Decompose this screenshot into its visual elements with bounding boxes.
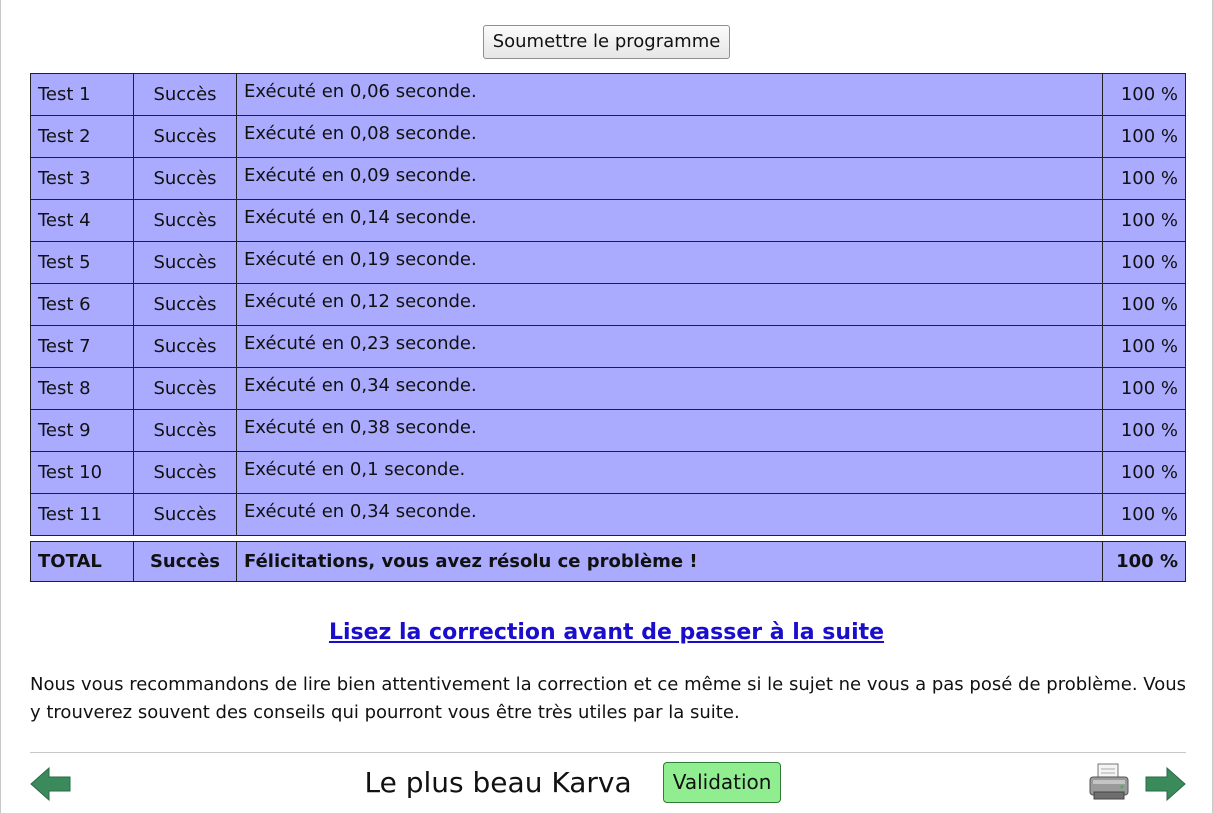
test-name: Test 6	[30, 283, 134, 326]
arrow-left-icon[interactable]	[30, 766, 72, 802]
table-row: Test 3 Succès Exécuté en 0,09 seconde. 100 …	[30, 157, 1186, 200]
footer-divider	[30, 752, 1186, 753]
test-message-text: Exécuté en 0,14 seconde.	[244, 207, 477, 228]
footer-nav: Le plus beau Karva Validation	[30, 762, 1186, 808]
test-name: Test 3	[30, 157, 134, 200]
table-row: Test 2 Succès Exécuté en 0,08 seconde. 100 …	[30, 115, 1186, 158]
test-message: Exécuté en 0,38 seconde.	[236, 409, 1103, 452]
test-message: Exécuté en 0,19 seconde.	[236, 241, 1103, 284]
total-score: 100 %	[1102, 541, 1186, 582]
test-message: Exécuté en 0,14 seconde.	[236, 199, 1103, 242]
test-message-text: Exécuté en 0,34 seconde.	[244, 375, 477, 396]
test-message: Exécuté en 0,23 seconde.	[236, 325, 1103, 368]
test-name: Test 1	[30, 73, 134, 116]
test-status: Succès	[133, 115, 237, 158]
results-body: Test 1 Succès Exécuté en 0,06 seconde. 100 …	[30, 73, 1186, 582]
test-name: Test 11	[30, 493, 134, 536]
test-score: 100 %	[1102, 367, 1186, 410]
test-status: Succès	[133, 199, 237, 242]
test-message: Exécuté en 0,12 seconde.	[236, 283, 1103, 326]
test-status: Succès	[133, 241, 237, 284]
test-score: 100 %	[1102, 283, 1186, 326]
test-score: 100 %	[1102, 157, 1186, 200]
test-name: Test 5	[30, 241, 134, 284]
test-message: Exécuté en 0,09 seconde.	[236, 157, 1103, 200]
test-score: 100 %	[1102, 241, 1186, 284]
test-status: Succès	[133, 409, 237, 452]
test-score: 100 %	[1102, 73, 1186, 116]
total-status: Succès	[133, 541, 237, 582]
test-message-text: Exécuté en 0,23 seconde.	[244, 333, 477, 354]
test-message-text: Exécuté en 0,34 seconde.	[244, 501, 477, 522]
test-name: Test 9	[30, 409, 134, 452]
test-message-text: Exécuté en 0,09 seconde.	[244, 165, 477, 186]
printer-icon[interactable]	[1088, 762, 1130, 802]
test-status: Succès	[133, 325, 237, 368]
total-row: TOTAL Succès Félicitations, vous avez ré…	[30, 541, 1186, 582]
test-score: 100 %	[1102, 493, 1186, 536]
page: Soumettre le programme Test 1 Succès Exécu…	[0, 0, 1213, 813]
test-message-text: Exécuté en 0,08 seconde.	[244, 123, 477, 144]
test-message: Exécuté en 0,1 seconde.	[236, 451, 1103, 494]
test-message-text: Exécuté en 0,38 seconde.	[244, 417, 477, 438]
total-message: Félicitations, vous avez résolu ce probl…	[236, 541, 1103, 582]
table-row: Test 9 Succès Exécuté en 0,38 seconde. 100 …	[30, 409, 1186, 452]
test-message-text: Exécuté en 0,12 seconde.	[244, 291, 477, 312]
test-status: Succès	[133, 73, 237, 116]
table-row: Test 4 Succès Exécuté en 0,14 seconde. 100 …	[30, 199, 1186, 242]
correction-link[interactable]: Lisez la correction avant de passer à la…	[1, 620, 1212, 645]
test-status: Succès	[133, 367, 237, 410]
table-row: Test 6 Succès Exécuté en 0,12 seconde. 100 …	[30, 283, 1186, 326]
test-name: Test 10	[30, 451, 134, 494]
test-status: Succès	[133, 451, 237, 494]
submit-program-button[interactable]: Soumettre le programme	[482, 25, 731, 59]
test-score: 100 %	[1102, 451, 1186, 494]
table-row: Test 7 Succès Exécuté en 0,23 seconde. 100 …	[30, 325, 1186, 368]
test-score: 100 %	[1102, 409, 1186, 452]
test-message-text: Exécuté en 0,06 seconde.	[244, 81, 477, 102]
test-status: Succès	[133, 283, 237, 326]
test-score: 100 %	[1102, 115, 1186, 158]
problem-title: Le plus beau Karva	[364, 766, 632, 799]
table-row: Test 5 Succès Exécuté en 0,19 seconde. 100 …	[30, 241, 1186, 284]
test-status: Succès	[133, 157, 237, 200]
test-message: Exécuté en 0,06 seconde.	[236, 73, 1103, 116]
test-message-text: Exécuté en 0,19 seconde.	[244, 249, 477, 270]
footer-center: Le plus beau Karva Validation	[30, 762, 1186, 803]
test-score: 100 %	[1102, 325, 1186, 368]
submit-row: Soumettre le programme	[1, 25, 1212, 59]
results-table: Test 1 Succès Exécuté en 0,06 seconde. 100 …	[30, 73, 1186, 582]
table-row: Test 10 Succès Exécuté en 0,1 seconde. 100 …	[30, 451, 1186, 494]
test-name: Test 2	[30, 115, 134, 158]
total-name: TOTAL	[30, 541, 134, 582]
test-name: Test 7	[30, 325, 134, 368]
test-message: Exécuté en 0,08 seconde.	[236, 115, 1103, 158]
test-message: Exécuté en 0,34 seconde.	[236, 367, 1103, 410]
test-name: Test 8	[30, 367, 134, 410]
test-message: Exécuté en 0,34 seconde.	[236, 493, 1103, 536]
validation-badge: Validation	[662, 762, 782, 803]
test-name: Test 4	[30, 199, 134, 242]
table-row: Test 1 Succès Exécuté en 0,06 seconde. 100 …	[30, 73, 1186, 116]
test-status: Succès	[133, 493, 237, 536]
test-message-text: Exécuté en 0,1 seconde.	[244, 459, 466, 480]
arrow-right-icon[interactable]	[1144, 766, 1186, 802]
table-row: Test 8 Succès Exécuté en 0,34 seconde. 100 …	[30, 367, 1186, 410]
table-row: Test 11 Succès Exécuté en 0,34 seconde. 100…	[30, 493, 1186, 536]
advice-text: Nous vous recommandons de lire bien atte…	[30, 674, 1186, 723]
test-score: 100 %	[1102, 199, 1186, 242]
